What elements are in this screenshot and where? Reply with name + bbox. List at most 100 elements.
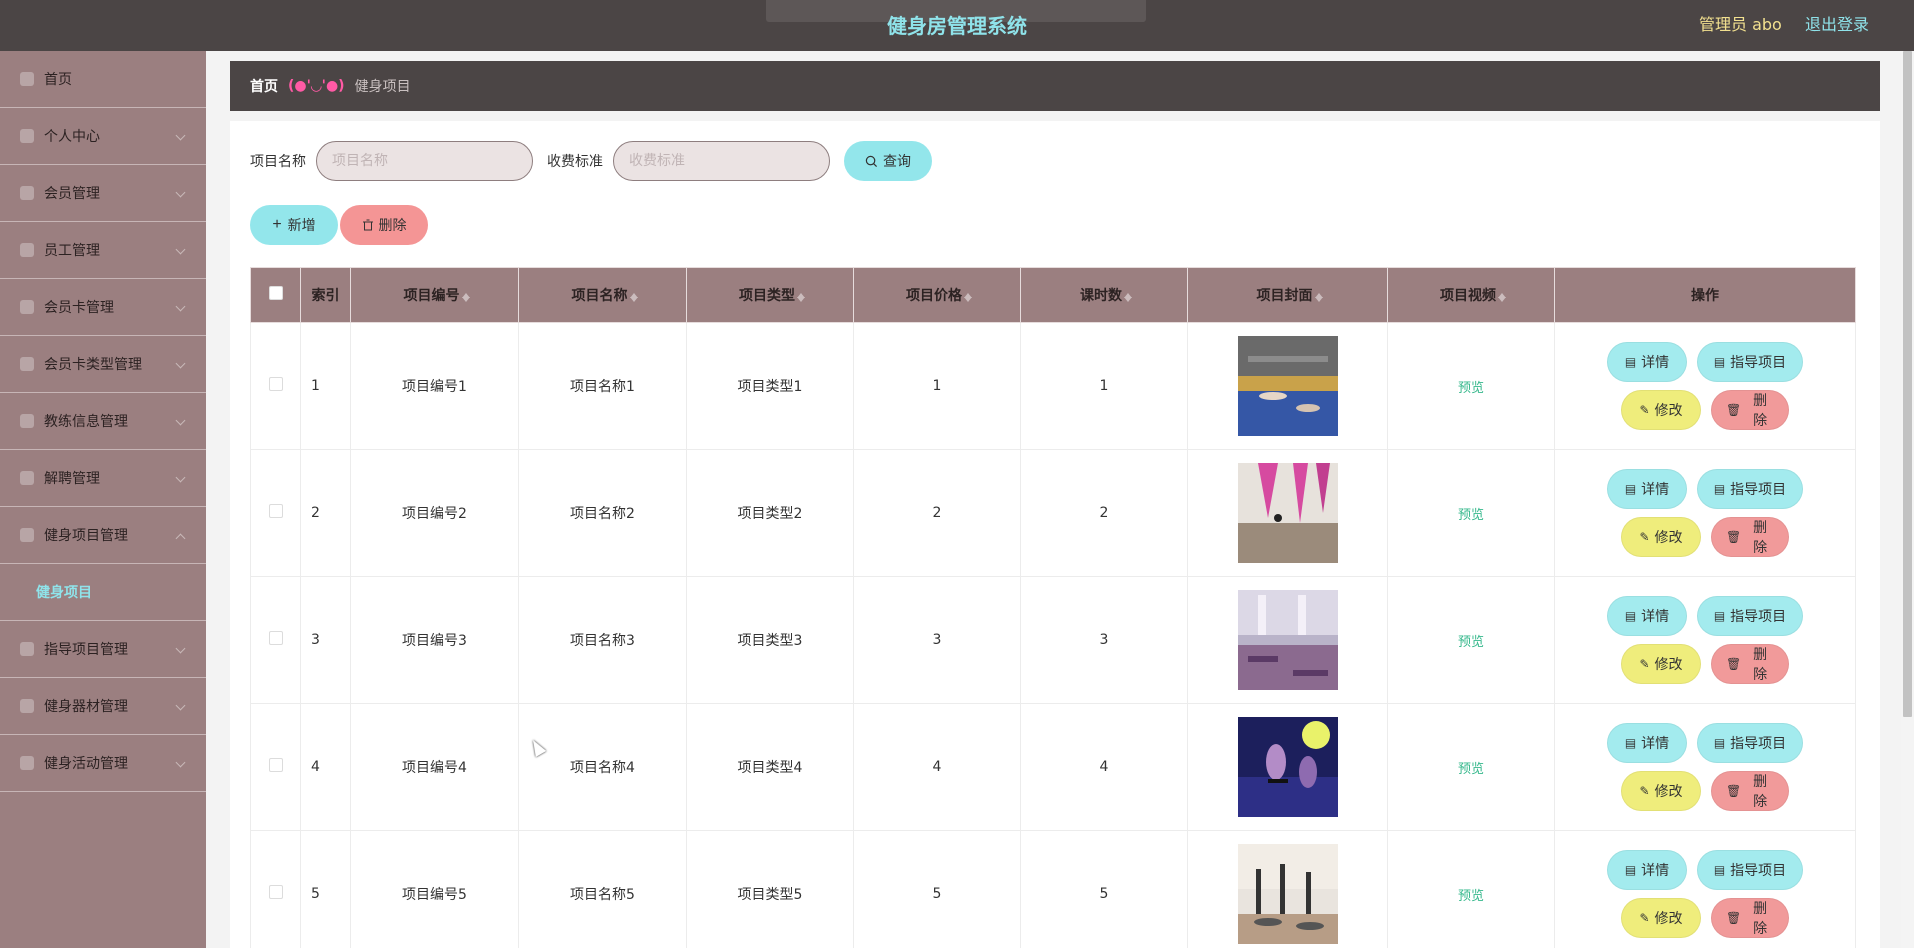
project-name-label: 项目名称 [250,154,306,170]
table-row: 2 项目编号2 项目名称2 项目类型2 2 2 预览 ▤ 详情 ▤ 指导项目 ✎… [250,449,1856,577]
trash-icon: 🗑 [1726,784,1742,798]
top-header: 健身房管理系统 管理员 abo 退出登录 [0,0,1914,51]
sidebar-item-members[interactable]: 会员管理 [0,165,206,222]
add-button[interactable]: + 新增 [250,205,338,245]
delete-button[interactable]: 🗑 删除 [1711,390,1789,430]
edit-label: 修改 [1654,403,1683,419]
col-video-label: 项目视频 [1440,288,1496,304]
sidebar-item-dismissal[interactable]: 解聘管理 [0,450,206,507]
sidebar-item-profile[interactable]: 个人中心 [0,108,206,165]
row-checkbox[interactable] [268,377,283,391]
col-index-label: 索引 [311,288,340,304]
doc-icon [20,642,34,656]
row-checkbox[interactable] [268,504,283,518]
col-cover[interactable]: 项目封面 [1187,267,1388,323]
detail-button[interactable]: ▤ 详情 [1607,342,1687,382]
sidebar-item-member-cards[interactable]: 会员卡管理 [0,279,206,336]
sidebar-item-equipment[interactable]: 健身器材管理 [0,678,206,735]
table-row: 1 项目编号1 项目名称1 项目类型1 1 1 预览 ▤ 详情 ▤ 指导项目 ✎… [250,322,1856,450]
sidebar-item-guided-projects[interactable]: 指导项目管理 [0,621,206,678]
select-all-checkbox[interactable] [268,286,283,300]
col-name-label: 项目名称 [571,288,628,304]
doc-icon: ▤ [1624,609,1637,623]
video-preview-link[interactable]: 预览 [1458,381,1484,396]
detail-button[interactable]: ▤ 详情 [1607,850,1687,890]
guide-project-button[interactable]: ▤ 指导项目 [1697,596,1803,636]
sidebar-item-card-types[interactable]: 会员卡类型管理 [0,336,206,393]
delete-button[interactable]: 🗑 删除 [1711,898,1789,938]
row-hours: 4 [1020,703,1188,831]
batch-delete-button[interactable]: 删除 [340,205,428,245]
delete-button[interactable]: 🗑 删除 [1711,771,1789,811]
col-name[interactable]: 项目名称 [518,267,687,323]
detail-button[interactable]: ▤ 详情 [1607,469,1687,509]
row-cover [1187,449,1388,577]
col-price[interactable]: 项目价格 [853,267,1021,323]
pencil-icon: ✎ [1639,657,1650,671]
edit-button[interactable]: ✎ 修改 [1621,771,1701,811]
sidebar-subitem-fitness-project[interactable]: 健身项目 [0,564,206,621]
doc-icon: ▤ [1713,863,1726,877]
col-video[interactable]: 项目视频 [1387,267,1555,323]
search-form: 项目名称 收费标准 查询 [250,141,932,181]
guide-project-button[interactable]: ▤ 指导项目 [1697,850,1803,890]
sidebar-item-coaches[interactable]: 教练信息管理 [0,393,206,450]
row-cover [1187,830,1388,948]
cover-image[interactable] [1237,463,1338,563]
edit-button[interactable]: ✎ 修改 [1621,644,1701,684]
cover-image[interactable] [1237,844,1338,944]
col-type[interactable]: 项目类型 [686,267,854,323]
video-preview-link[interactable]: 预览 [1458,635,1484,650]
row-type: 项目类型1 [686,322,854,450]
row-checkbox[interactable] [268,758,283,772]
cover-image[interactable] [1237,717,1338,817]
video-preview-link[interactable]: 预览 [1458,889,1484,904]
sidebar-item-home[interactable]: 首页 [0,51,206,108]
video-preview-link[interactable]: 预览 [1458,762,1484,777]
scrollbar-thumb[interactable] [1903,51,1912,717]
cover-image[interactable] [1237,590,1338,690]
breadcrumb-home[interactable]: 首页 [250,76,278,96]
col-cover-label: 项目封面 [1256,288,1313,304]
sidebar-item-staff[interactable]: 员工管理 [0,222,206,279]
logout-link[interactable]: 退出登录 [1805,11,1869,35]
row-code: 项目编号5 [350,830,519,948]
pencil-icon: ✎ [1639,403,1650,417]
detail-button[interactable]: ▤ 详情 [1607,596,1687,636]
edit-button[interactable]: ✎ 修改 [1621,517,1701,557]
row-video: 预览 [1387,449,1555,577]
cover-image[interactable] [1237,336,1338,436]
col-code[interactable]: 项目编号 [350,267,519,323]
fee-input[interactable] [613,141,830,181]
row-ops: ▤ 详情 ▤ 指导项目 ✎ 修改 🗑 删除 [1554,449,1856,577]
video-preview-link[interactable]: 预览 [1458,508,1484,523]
row-code: 项目编号1 [350,322,519,450]
user-icon [20,699,34,713]
sidebar-item-fitness-projects[interactable]: 健身项目管理 [0,507,206,564]
row-checkbox[interactable] [268,885,283,899]
project-name-input[interactable] [316,141,533,181]
guide-project-button[interactable]: ▤ 指导项目 [1697,723,1803,763]
edit-label: 修改 [1654,784,1683,800]
delete-button[interactable]: 🗑 删除 [1711,517,1789,557]
col-index: 索引 [300,267,351,323]
trash-icon [362,219,373,231]
row-checkbox[interactable] [268,631,283,645]
guide-project-button[interactable]: ▤ 指导项目 [1697,342,1803,382]
chat-icon [20,243,34,257]
row-select-cell [250,449,301,577]
delete-button[interactable]: 🗑 删除 [1711,644,1789,684]
row-hours: 3 [1020,576,1188,704]
edit-button[interactable]: ✎ 修改 [1621,390,1701,430]
col-hours[interactable]: 课时数 [1020,267,1188,323]
sidebar-item-label: 会员卡管理 [44,300,114,316]
clock-icon [20,414,34,428]
query-button[interactable]: 查询 [844,141,932,181]
doc-icon: ▤ [1624,482,1637,496]
detail-button[interactable]: ▤ 详情 [1607,723,1687,763]
sidebar-item-activities[interactable]: 健身活动管理 [0,735,206,792]
edit-button[interactable]: ✎ 修改 [1621,898,1701,938]
guide-project-button[interactable]: ▤ 指导项目 [1697,469,1803,509]
admin-label: 管理员 abo [1699,15,1782,34]
row-video: 预览 [1387,322,1555,450]
